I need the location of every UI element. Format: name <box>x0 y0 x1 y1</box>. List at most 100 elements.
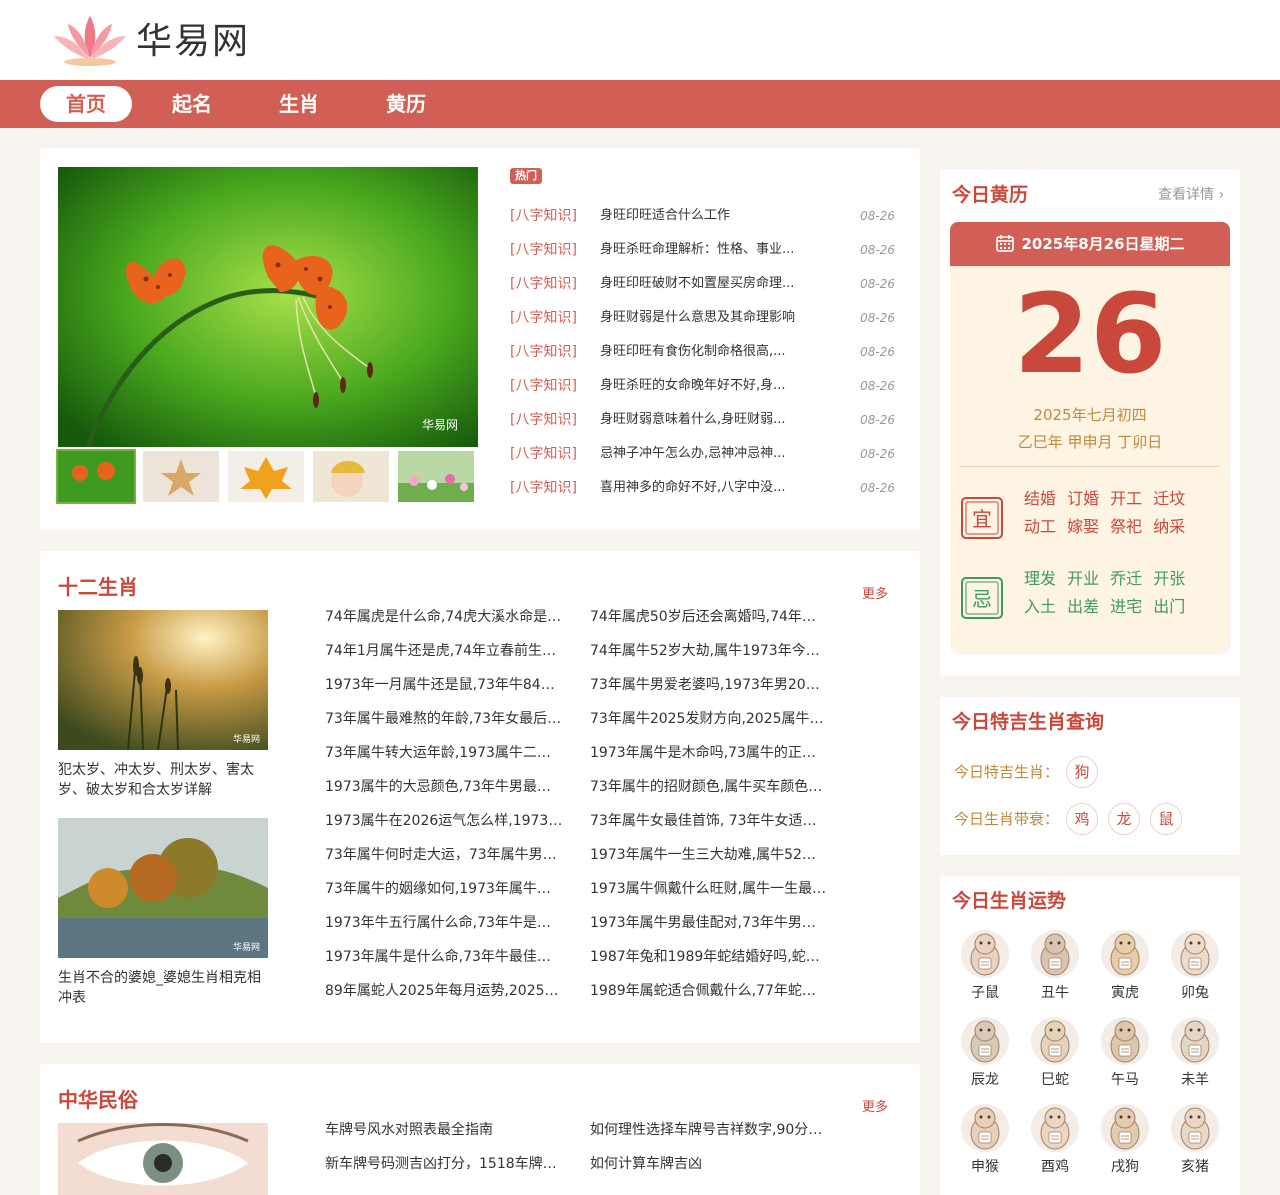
zodiac-article-link[interactable]: 1973年属牛男最佳配对,73年牛男二婚最配 <box>590 913 828 933</box>
zodiac-fortune-item[interactable]: 子鼠 <box>957 928 1013 1002</box>
hot-item-title[interactable]: 喜用神多的命好不好,八字中没... <box>600 477 820 499</box>
site-logo[interactable]: 华易网 <box>48 6 258 70</box>
zodiac-article-link[interactable]: 1989年属蛇适合佩戴什么,77年蛇戴什么好 <box>590 981 828 1001</box>
hero-thumb-4[interactable] <box>313 451 389 502</box>
hot-item-title[interactable]: 身旺印旺有食伤化制命格很高,... <box>600 341 820 363</box>
almanac-body: 26 2025年七月初四 乙巳年 甲申月 丁卯日 宜 结婚 订婚 开工 迁坟 动… <box>950 266 1230 654</box>
folk-article-link[interactable]: 车牌号风水对照表最全指南 <box>325 1120 563 1140</box>
zodiac-fortune-item[interactable]: 巳蛇 <box>1027 1015 1083 1089</box>
zodiac-fortune-item[interactable]: 戌狗 <box>1097 1102 1153 1176</box>
zodiac-article-link[interactable]: 73年属牛女最佳首饰, 73年牛女适合戴什么 <box>590 811 828 831</box>
zodiac-article-link[interactable]: 1973年牛五行属什么命,73年牛是苦命吗 <box>325 913 563 933</box>
goat-icon <box>1171 1017 1219 1065</box>
zodiac-article-link[interactable]: 1973属牛佩戴什么旺财,属牛一生最旺的吉物 <box>590 879 828 899</box>
hero-thumb-2[interactable] <box>143 451 219 502</box>
hero-thumb-5[interactable] <box>398 451 474 502</box>
bad-zodiac-chip-1[interactable]: 鸡 <box>1066 803 1098 835</box>
hot-item-title[interactable]: 忌神子冲午怎么办,忌神冲忌神... <box>600 443 820 465</box>
folk-article-link[interactable]: 如何理性选择车牌号吉祥数字,90分以上车牌 <box>590 1120 828 1140</box>
nav-almanac[interactable]: 黄历 <box>360 86 452 122</box>
zodiac-article-link[interactable]: 74年属虎是什么命,74虎大溪水命是什么意思 <box>325 607 563 627</box>
zodiac-article-link[interactable]: 73年属牛2025发财方向,2025属牛财运方位 <box>590 709 828 729</box>
zodiac-article-link[interactable]: 73年属牛的姻缘如何,1973年属牛姻缘婚姻 <box>325 879 563 899</box>
hot-item-date: 08-26 <box>860 379 895 393</box>
zodiac-card-caption-1[interactable]: 犯太岁、冲太岁、刑太岁、害太岁、破太岁和合太岁详解 <box>58 760 268 800</box>
hot-list-item[interactable]: [八字知识] 忌神子冲午怎么办,忌神冲忌神... 08-26 <box>510 443 895 465</box>
hot-item-category[interactable]: [八字知识] <box>510 375 577 397</box>
zodiac-article-link[interactable]: 1973属牛在2026运气怎么样,1973年属牛 <box>325 811 563 831</box>
zodiac-fortune-item[interactable]: 辰龙 <box>957 1015 1013 1089</box>
folk-article-link[interactable]: 如何计算车牌吉凶 <box>590 1154 828 1174</box>
ox-icon <box>1031 930 1079 978</box>
hot-list-item[interactable]: [八字知识] 身旺财弱意味着什么,身旺财弱... 08-26 <box>510 409 895 431</box>
hot-list-item[interactable]: [八字知识] 身旺杀旺的女命晚年好不好,身... 08-26 <box>510 375 895 397</box>
hot-list-item[interactable]: [八字知识] 身旺财弱是什么意思及其命理影响 08-26 <box>510 307 895 329</box>
folk-article-link[interactable]: 新车牌号码测吉凶打分，1518车牌号吉凶 <box>325 1154 563 1174</box>
zodiac-fortune-item[interactable]: 寅虎 <box>1097 928 1153 1002</box>
almanac-detail-link[interactable]: 查看详情 › <box>1158 184 1224 204</box>
zodiac-article-link[interactable]: 1973属牛的大忌颜色,73年牛男最旺的颜色 <box>325 777 563 797</box>
hot-item-title[interactable]: 身旺杀旺的女命晚年好不好,身... <box>600 375 820 397</box>
hot-item-category[interactable]: [八字知识] <box>510 341 577 363</box>
hero-thumb-1[interactable] <box>56 449 136 504</box>
zodiac-article-link[interactable]: 1973年一月属牛还是鼠,73年牛84年鼠 <box>325 675 563 695</box>
hero-thumb-3[interactable] <box>228 451 304 502</box>
zodiac-article-link[interactable]: 89年属蛇人2025年每月运势,2025年属蛇 <box>325 981 563 1001</box>
hot-item-title[interactable]: 身旺财弱是什么意思及其命理影响 <box>600 307 820 329</box>
zodiac-article-link[interactable]: 74年属虎50岁后还会离婚吗,74年虎女命运 <box>590 607 828 627</box>
hot-item-title[interactable]: 身旺印旺适合什么工作 <box>600 205 820 227</box>
zodiac-fortune-item[interactable]: 申猴 <box>957 1102 1013 1176</box>
zodiac-article-link[interactable]: 1973年属牛是木命吗,73属牛的正缘是谁 <box>590 743 828 763</box>
zodiac-fortune-item[interactable]: 亥猪 <box>1167 1102 1223 1176</box>
zodiac-article-link[interactable]: 1973年属牛是什么命,73年牛最佳三个生肖 <box>325 947 563 967</box>
hot-item-title[interactable]: 身旺杀旺命理解析：性格、事业... <box>600 239 820 261</box>
hot-list-item[interactable]: [八字知识] 身旺杀旺命理解析：性格、事业... 08-26 <box>510 239 895 261</box>
hot-item-category[interactable]: [八字知识] <box>510 273 577 295</box>
zodiac-card-image-2[interactable]: 华易网 <box>58 818 268 958</box>
folk-more-link[interactable]: 更多 <box>862 1096 888 1115</box>
zodiac-fortune-item[interactable]: 酉鸡 <box>1027 1102 1083 1176</box>
hot-list-item[interactable]: [八字知识] 身旺印旺有食伤化制命格很高,... 08-26 <box>510 341 895 363</box>
zodiac-fortune-item[interactable]: 卯兔 <box>1167 928 1223 1002</box>
zodiac-article-link[interactable]: 73年属牛何时走大运，73年属牛男的命运 <box>325 845 563 865</box>
zodiac-fortune-item[interactable]: 丑牛 <box>1027 928 1083 1002</box>
zodiac-fortune-item[interactable]: 午马 <box>1097 1015 1153 1089</box>
zodiac-article-link[interactable]: 1987年兔和1989年蛇结婚好吗,蛇兔配对 <box>590 947 828 967</box>
hot-item-category[interactable]: [八字知识] <box>510 307 577 329</box>
bad-zodiac-chip-2[interactable]: 龙 <box>1108 803 1140 835</box>
zodiac-article-link[interactable]: 73年属牛最难熬的年龄,73年女最后的结局 <box>325 709 563 729</box>
hot-item-category[interactable]: [八字知识] <box>510 409 577 431</box>
zodiac-fortune-item[interactable]: 未羊 <box>1167 1015 1223 1089</box>
zodiac-article-link[interactable]: 73年属牛转大运年龄,1973属牛二婚运势 <box>325 743 563 763</box>
zodiac-article-link[interactable]: 74年1月属牛还是虎,74年立春前生的属什么 <box>325 641 563 661</box>
zodiac-article-link[interactable]: 1973年属牛一生三大劫难,属牛52岁大坎 <box>590 845 828 865</box>
zodiac-card-image-1[interactable]: 华易网 <box>58 610 268 750</box>
hero-image[interactable]: 华易网 <box>58 167 478 447</box>
zodiac-article-link[interactable]: 74年属牛52岁大劫,属牛1973年今年运势 <box>590 641 828 661</box>
folk-card-image[interactable] <box>58 1123 268 1195</box>
nav-zodiac[interactable]: 生肖 <box>253 86 345 122</box>
zodiac-article-link[interactable]: 73年属牛男爱老婆吗,1973年男2025年运势 <box>590 675 828 695</box>
zodiac-fortune-label: 未羊 <box>1181 1072 1209 1088</box>
hot-list-item[interactable]: [八字知识] 身旺印旺破财不如置屋买房命理... 08-26 <box>510 273 895 295</box>
hot-item-category[interactable]: [八字知识] <box>510 477 577 499</box>
lucky-zodiac-title: 今日特吉生肖查询 <box>952 711 1105 733</box>
lucky-zodiac-chip[interactable]: 狗 <box>1066 756 1098 788</box>
hot-item-title[interactable]: 身旺财弱意味着什么,身旺财弱... <box>600 409 820 431</box>
hot-item-category[interactable]: [八字知识] <box>510 443 577 465</box>
zodiac-fortune-label: 午马 <box>1111 1072 1139 1088</box>
hot-item-date: 08-26 <box>860 311 895 325</box>
snake-icon <box>1031 1017 1079 1065</box>
hot-item-category[interactable]: [八字知识] <box>510 239 577 261</box>
hot-list-item[interactable]: [八字知识] 喜用神多的命好不好,八字中没... 08-26 <box>510 477 895 499</box>
bad-zodiac-chip-3[interactable]: 鼠 <box>1150 803 1182 835</box>
almanac-detail-label: 查看详情 <box>1158 187 1214 203</box>
nav-home[interactable]: 首页 <box>40 86 132 122</box>
zodiac-more-link[interactable]: 更多 <box>862 583 888 602</box>
hot-item-category[interactable]: [八字知识] <box>510 205 577 227</box>
hot-list-item[interactable]: [八字知识] 身旺印旺适合什么工作 08-26 <box>510 205 895 227</box>
nav-naming[interactable]: 起名 <box>146 86 238 122</box>
zodiac-article-link[interactable]: 73年属牛的招财颜色,属牛买车颜色推荐 <box>590 777 828 797</box>
hot-item-title[interactable]: 身旺印旺破财不如置屋买房命理... <box>600 273 820 295</box>
zodiac-card-caption-2[interactable]: 生肖不合的婆媳_婆媳生肖相克相冲表 <box>58 968 268 1008</box>
